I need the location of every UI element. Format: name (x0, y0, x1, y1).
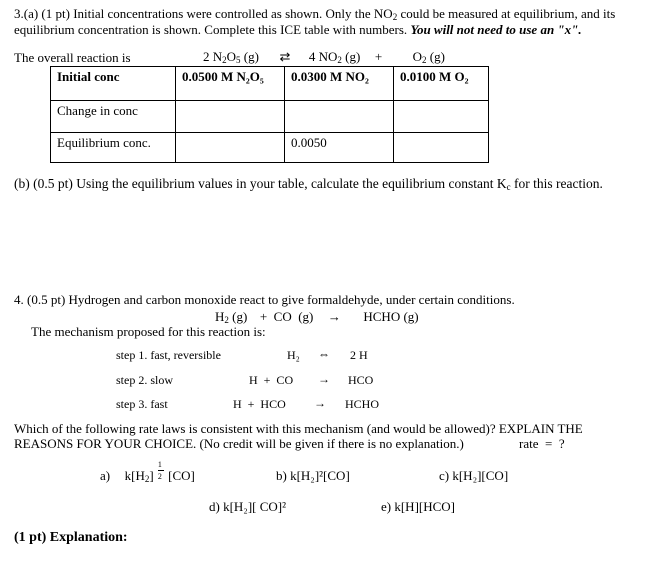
q3-emphasis-note: You will not need to use an "x". (410, 22, 582, 37)
q3-intro-text-c: equilibrium concentration is shown. Comp… (14, 22, 411, 37)
option-d[interactable]: d) k[H₂][ CO]² (209, 499, 286, 515)
step-2-products: HCO (348, 373, 374, 387)
ice-row-equilibrium: Equilibrium conc. 0.0050 (50, 132, 489, 163)
mechanism-label: The mechanism proposed for this reaction… (31, 324, 266, 339)
row-label-change: Change in conc (50, 100, 176, 133)
q3-intro-text-b: could be measured at equilibrium, and it… (397, 6, 616, 21)
q4-question-line2: REASONS FOR YOUR CHOICE. (No credit will… (14, 436, 464, 451)
option-a[interactable]: a) k[H2] 12 [CO] (100, 460, 195, 484)
change-n2o5-cell[interactable] (175, 100, 285, 133)
change-o2-cell[interactable] (393, 100, 489, 133)
option-a-label: a) (100, 468, 111, 483)
equilibrium-o2-cell[interactable] (393, 132, 489, 163)
q4-question-line1: Which of the following rate laws is cons… (14, 421, 583, 436)
initial-no2-cell: 0.0300 M NO₂ (284, 66, 394, 101)
step-1-products: 2 H (350, 348, 368, 362)
step-1-label: step 1. fast, reversible (116, 348, 221, 362)
initial-n2o5-cell: 0.0500 M N₂O₅ (175, 66, 285, 101)
rate-prompt: rate = ? (519, 436, 565, 451)
step-3-arrow-icon: → (314, 396, 326, 410)
part-b-text: (b) (0.5 pt) Using the equilibrium value… (14, 176, 507, 191)
step-3-reactants: H + HCO (233, 397, 286, 411)
step-1-reactants: H₂ (287, 348, 300, 362)
q4-overall-reaction: H2 (g) + CO (g) → HCHO (g) (215, 309, 419, 325)
q3-intro-text-a: 3.(a) (1 pt) Initial concentrations were… (14, 6, 393, 21)
q4-intro: 4. (0.5 pt) Hydrogen and carbon monoxide… (14, 292, 515, 307)
equilibrium-arrow-icon: ⇄ (279, 49, 291, 64)
reactant-n2o5: 2 N2O5 (g) (203, 49, 259, 65)
ice-row-change: Change in conc (50, 100, 489, 133)
equilibrium-no2-cell: 0.0050 (284, 132, 394, 163)
step-3-products: HCHO (345, 397, 380, 411)
option-e[interactable]: e) k[H][HCO] (381, 499, 455, 515)
explanation-label: (1 pt) Explanation: (14, 530, 128, 545)
ice-row-initial: Initial conc 0.0500 M N₂O₅ 0.0300 M NO₂ … (50, 66, 489, 101)
q3-part-b: (b) (0.5 pt) Using the equilibrium value… (14, 176, 603, 192)
product-no2: 4 NO2 (g) (308, 49, 361, 65)
change-no2-cell[interactable] (284, 100, 394, 133)
one-half-exponent: 12 (157, 460, 164, 481)
option-c[interactable]: c) k[H₂][CO] (439, 468, 508, 484)
product-o2: O2 (g) (412, 49, 445, 65)
option-a-expression: k[H2] 12 [CO] (124, 460, 195, 484)
plus-sign: + (374, 49, 383, 64)
reversible-arrow-icon: ⇔ (318, 347, 330, 361)
reaction-arrow-icon: → (327, 309, 341, 324)
step-2-reactants: H + CO (249, 373, 294, 387)
row-label-equilibrium: Equilibrium conc. (50, 132, 176, 163)
q3-intro-line1: 3.(a) (1 pt) Initial concentrations were… (14, 6, 615, 22)
step-2-arrow-icon: → (318, 372, 330, 386)
equilibrium-n2o5-cell[interactable] (175, 132, 285, 163)
ice-table: Initial conc 0.0500 M N₂O₅ 0.0300 M NO₂ … (50, 66, 489, 163)
row-label-initial: Initial conc (50, 66, 176, 101)
reaction-label: The overall reaction is (14, 50, 131, 65)
step-3-label: step 3. fast (116, 397, 168, 411)
initial-o2-cell: 0.0100 M O₂ (393, 66, 489, 101)
part-b-text-end: for this reaction. (510, 176, 603, 191)
overall-reaction: 2 N2O5 (g) ⇄ 4 NO2 (g) + O2 (g) (203, 49, 445, 65)
option-b[interactable]: b) k[H₂]²[CO] (276, 468, 350, 484)
q3-intro-line2: equilibrium concentration is shown. Comp… (14, 22, 582, 38)
step-2-label: step 2. slow (116, 373, 173, 387)
